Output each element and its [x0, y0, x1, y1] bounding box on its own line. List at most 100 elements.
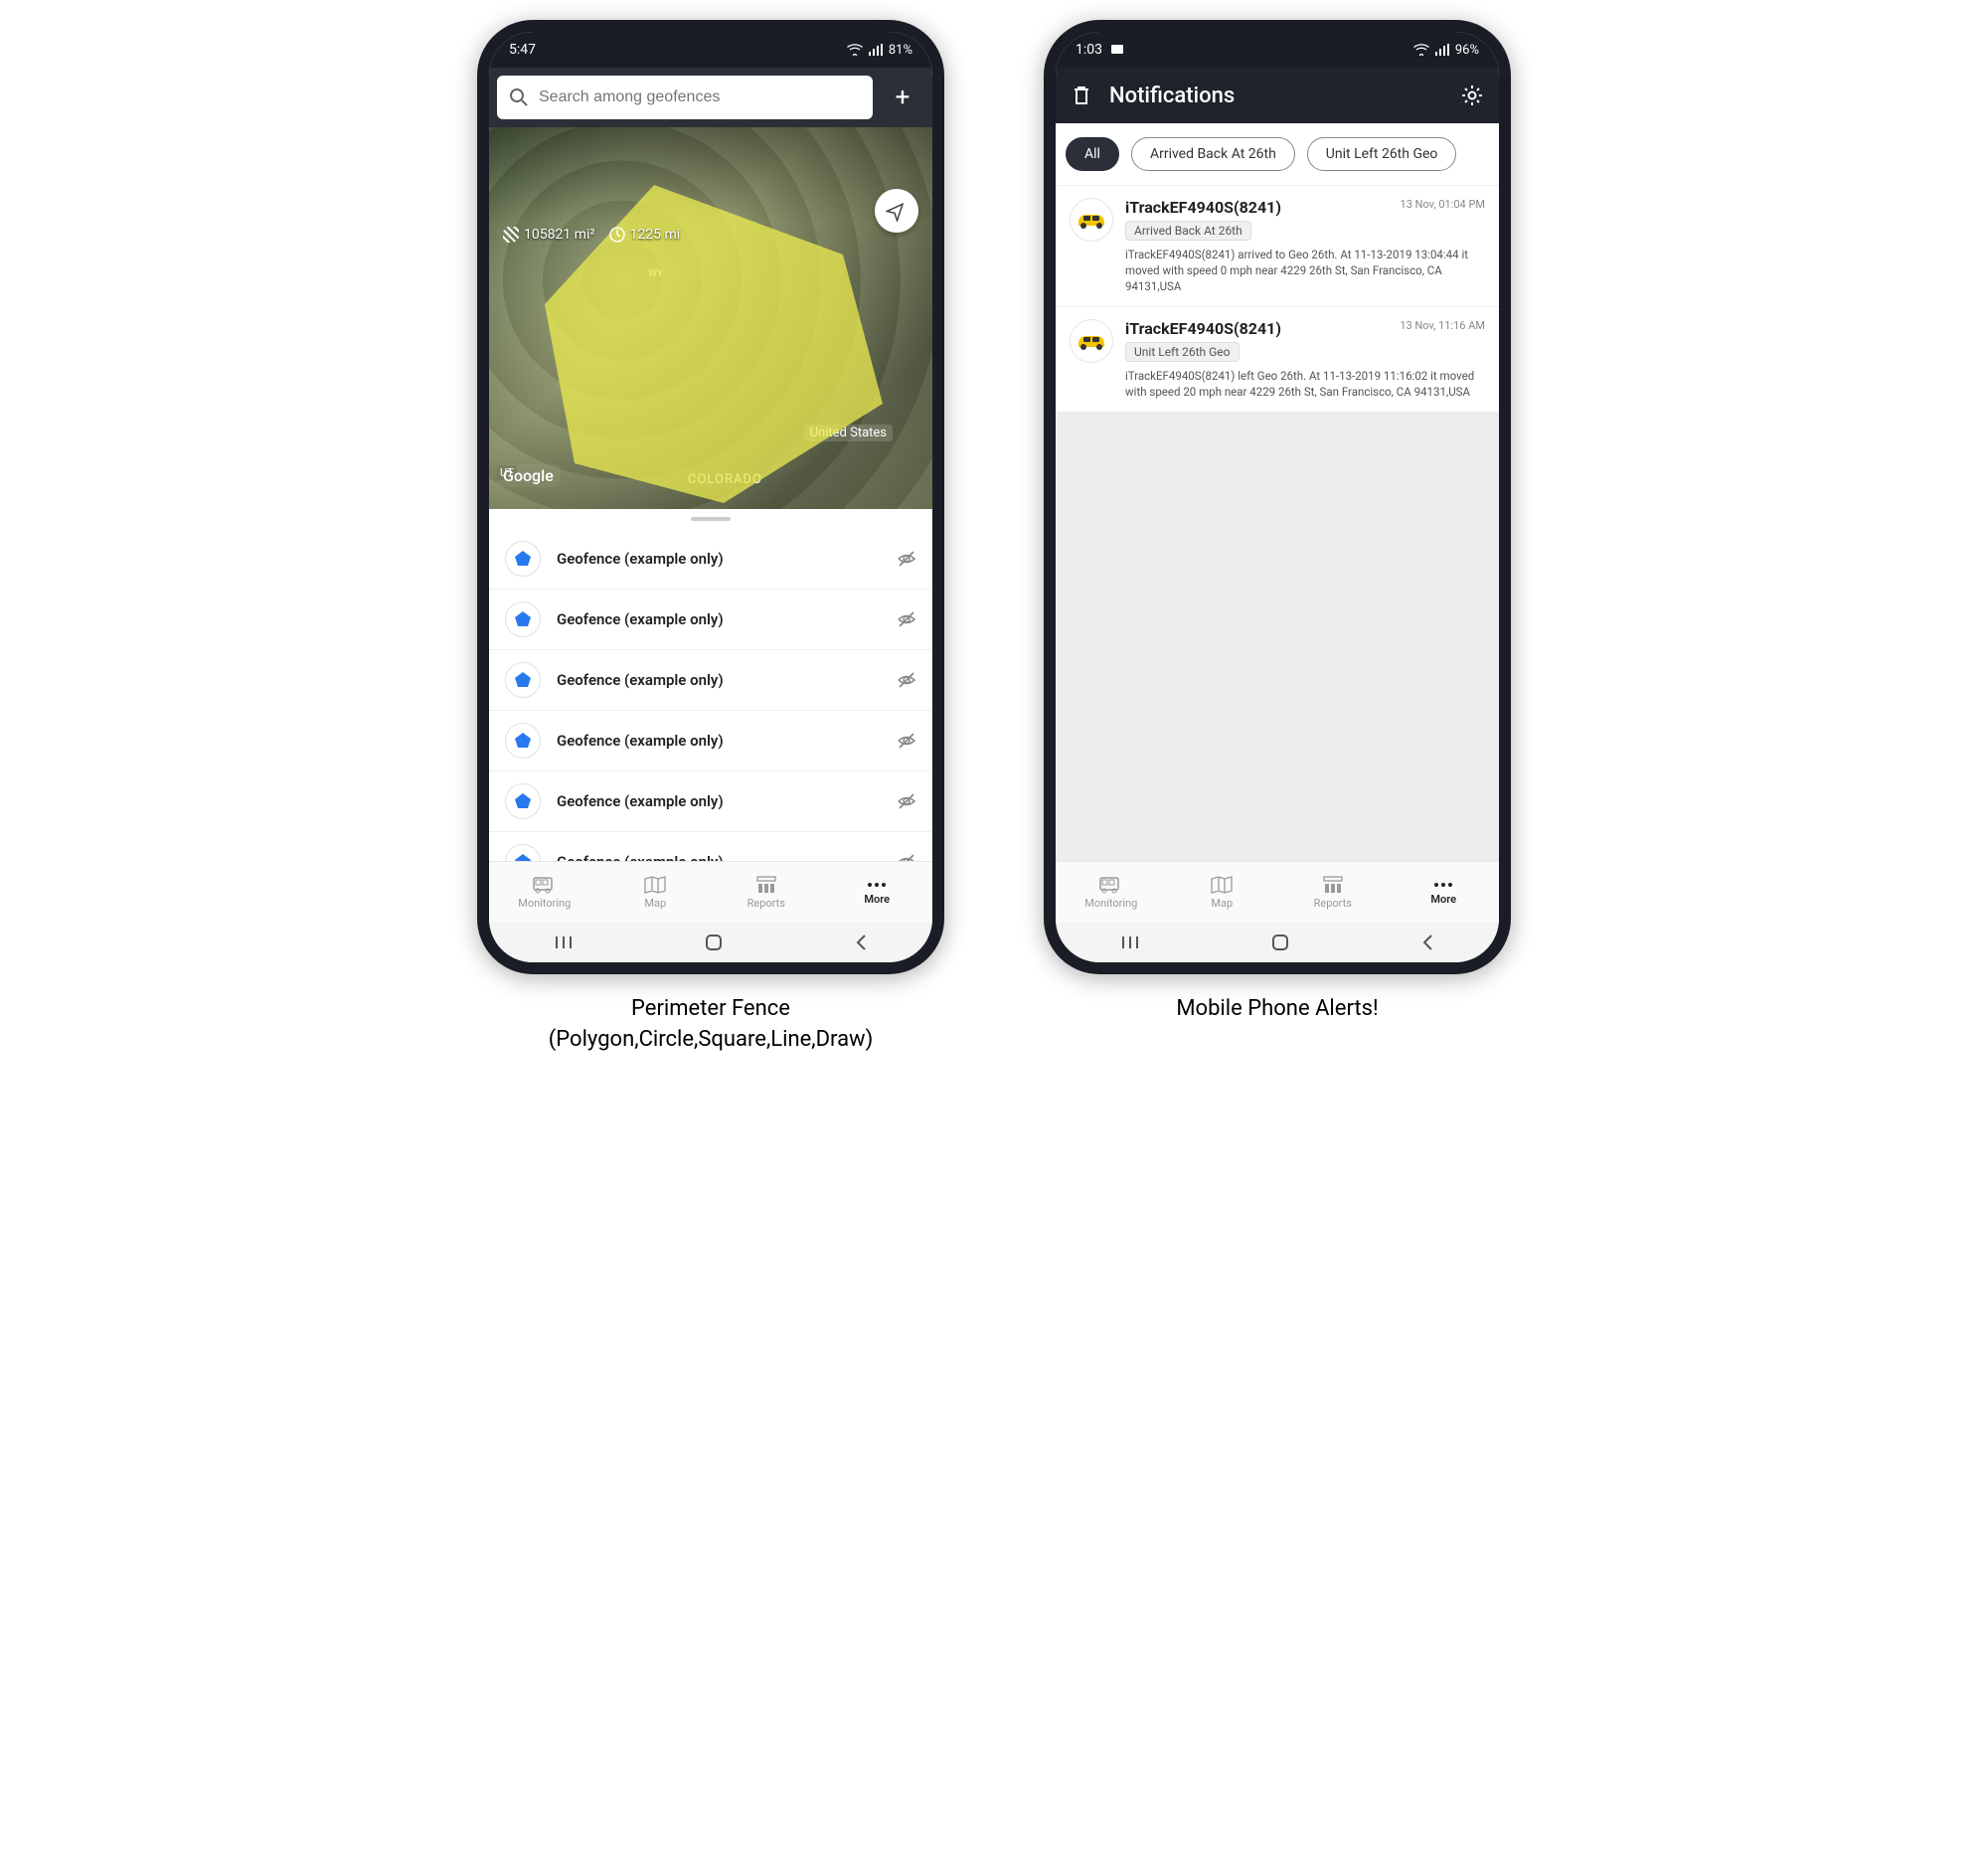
visibility-off-icon[interactable]: [897, 549, 916, 569]
perimeter-value: 1225 mi: [630, 227, 681, 243]
phone-frame-notifications: 1:03 96% Notifications All Arrived Back …: [1044, 20, 1511, 974]
recents-button[interactable]: [1120, 935, 1140, 950]
back-button[interactable]: [854, 933, 868, 952]
caption-geofences: Perimeter Fence (Polygon,Circle,Square,L…: [549, 994, 873, 1056]
geofence-name: Geofence (example only): [557, 671, 881, 689]
add-geofence-button[interactable]: +: [881, 76, 924, 119]
wifi-icon: [1413, 44, 1429, 56]
pentagon-icon: [505, 844, 541, 861]
gear-icon[interactable]: [1461, 85, 1483, 106]
android-navbar: [1056, 923, 1499, 962]
visibility-off-icon[interactable]: [897, 609, 916, 629]
chip-all[interactable]: All: [1066, 137, 1119, 171]
status-time: 5:47: [509, 42, 536, 58]
geofence-row[interactable]: Geofence (example only): [489, 711, 932, 771]
visibility-off-icon[interactable]: [897, 852, 916, 861]
notch: [1198, 20, 1357, 50]
geofence-row[interactable]: Geofence (example only): [489, 771, 932, 832]
caption-notifications: Mobile Phone Alerts!: [1176, 994, 1378, 1025]
recents-button[interactable]: [554, 935, 574, 950]
geofence-list[interactable]: Geofence (example only) Geofence (exampl…: [489, 529, 932, 861]
reports-icon: [1323, 876, 1343, 894]
geofence-name: Geofence (example only): [557, 853, 881, 861]
screen-notifications: 1:03 96% Notifications All Arrived Back …: [1056, 32, 1499, 962]
android-navbar: [489, 923, 932, 962]
caption-line2: (Polygon,Circle,Square,Line,Draw): [549, 1025, 873, 1056]
tab-label: More: [1430, 893, 1456, 906]
notification-time: 13 Nov, 01:04 PM: [1401, 198, 1485, 211]
compass-icon: [886, 200, 908, 222]
geofence-name: Geofence (example only): [557, 792, 881, 810]
more-icon: [1432, 880, 1454, 890]
notifications-header: Notifications: [1056, 68, 1499, 123]
more-icon: [866, 880, 888, 890]
compass-button[interactable]: [875, 189, 918, 233]
screen-geofences: 5:47 81% + 105821 mi² 12: [489, 32, 932, 962]
tab-reports[interactable]: Reports: [711, 862, 822, 923]
visibility-off-icon[interactable]: [897, 791, 916, 811]
visibility-off-icon[interactable]: [897, 731, 916, 751]
tab-monitoring[interactable]: Monitoring: [1056, 862, 1167, 923]
tab-map[interactable]: Map: [600, 862, 712, 923]
geofence-row[interactable]: Geofence (example only): [489, 529, 932, 590]
signal-icon: [869, 44, 883, 56]
battery-percent: 96%: [1455, 43, 1479, 58]
geofence-name: Geofence (example only): [557, 550, 881, 568]
filter-chips: All Arrived Back At 26th Unit Left 26th …: [1056, 123, 1499, 186]
perimeter-icon: [609, 227, 625, 243]
tab-more[interactable]: More: [822, 862, 933, 923]
back-button[interactable]: [1420, 933, 1434, 952]
notification-time: 13 Nov, 11:16 AM: [1400, 319, 1485, 332]
tab-label: Monitoring: [518, 897, 571, 910]
tab-label: More: [864, 893, 890, 906]
visibility-off-icon[interactable]: [897, 670, 916, 690]
wifi-icon: [847, 44, 863, 56]
geofence-row[interactable]: Geofence (example only): [489, 590, 932, 650]
map-info-bar: 105821 mi² 1225 mi: [503, 227, 680, 243]
pentagon-icon: [505, 662, 541, 698]
notification-item[interactable]: iTrackEF4940S(8241) 13 Nov, 01:04 PM Arr…: [1056, 186, 1499, 307]
geofence-name: Geofence (example only): [557, 732, 881, 750]
search-icon: [509, 87, 529, 107]
tab-label: Map: [1211, 897, 1233, 910]
bottom-tabbar: Monitoring Map Reports More: [489, 861, 932, 923]
message-icon: [1110, 43, 1124, 57]
map-area[interactable]: 105821 mi² 1225 mi WY COLORADO United St…: [489, 127, 932, 509]
notification-tag: Unit Left 26th Geo: [1125, 342, 1240, 362]
geofence-polygon[interactable]: [515, 175, 893, 513]
bus-icon: [533, 876, 557, 894]
car-icon: [1070, 198, 1113, 242]
notification-unit-name: iTrackEF4940S(8241): [1125, 319, 1281, 338]
pentagon-icon: [505, 723, 541, 759]
search-input[interactable]: [539, 88, 861, 106]
tab-reports[interactable]: Reports: [1277, 862, 1389, 923]
tab-label: Map: [644, 897, 666, 910]
trash-icon[interactable]: [1072, 85, 1091, 106]
tab-monitoring[interactable]: Monitoring: [489, 862, 600, 923]
caption-line1: Perimeter Fence: [549, 994, 873, 1025]
chip-arrived[interactable]: Arrived Back At 26th: [1131, 137, 1295, 171]
search-row: +: [489, 68, 932, 127]
tab-label: Monitoring: [1084, 897, 1137, 910]
notification-tag: Arrived Back At 26th: [1125, 221, 1251, 241]
search-box[interactable]: [497, 76, 873, 119]
notification-unit-name: iTrackEF4940S(8241): [1125, 198, 1281, 217]
home-button[interactable]: [1270, 933, 1290, 952]
chip-left[interactable]: Unit Left 26th Geo: [1307, 137, 1457, 171]
tab-label: Reports: [747, 897, 785, 910]
bus-icon: [1099, 876, 1123, 894]
notification-description: iTrackEF4940S(8241) arrived to Geo 26th.…: [1125, 247, 1485, 294]
tab-label: Reports: [1314, 897, 1352, 910]
tab-map[interactable]: Map: [1167, 862, 1278, 923]
bottom-tabbar: Monitoring Map Reports More: [1056, 861, 1499, 923]
reports-icon: [756, 876, 776, 894]
geofence-row[interactable]: Geofence (example only): [489, 832, 932, 861]
geofence-row[interactable]: Geofence (example only): [489, 650, 932, 711]
home-button[interactable]: [704, 933, 724, 952]
notification-item[interactable]: iTrackEF4940S(8241) 13 Nov, 11:16 AM Uni…: [1056, 307, 1499, 413]
tab-more[interactable]: More: [1389, 862, 1500, 923]
signal-icon: [1435, 44, 1449, 56]
notch: [631, 20, 790, 50]
area-value: 105821 mi²: [524, 227, 595, 243]
notification-list[interactable]: iTrackEF4940S(8241) 13 Nov, 01:04 PM Arr…: [1056, 186, 1499, 861]
